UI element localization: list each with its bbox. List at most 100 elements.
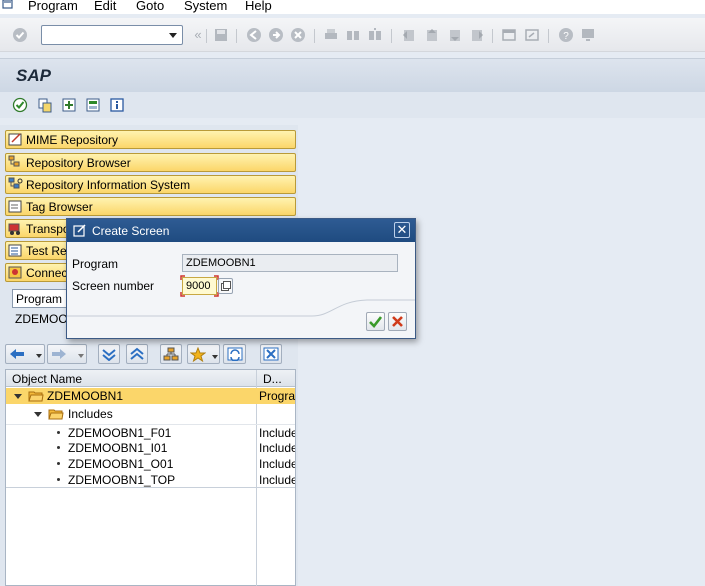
- navigation-pane: MIME Repository Repository Browser Repos…: [0, 125, 298, 586]
- refresh-icon: [227, 347, 243, 361]
- tree-row-include[interactable]: ZDEMOOBN1_O01 Include: [6, 456, 295, 472]
- save-icon[interactable]: [213, 27, 229, 43]
- tree-row-includes[interactable]: Includes: [6, 406, 295, 422]
- next-page-icon[interactable]: [447, 27, 463, 43]
- chevron-down-icon[interactable]: [78, 354, 84, 358]
- command-field[interactable]: [41, 25, 183, 45]
- repository-browser-icon: [8, 155, 20, 167]
- column-header-description[interactable]: D...: [263, 372, 282, 386]
- tree-description: Include: [259, 441, 295, 455]
- program-field: ZDEMOOBN1: [182, 254, 398, 272]
- tree-row-include[interactable]: ZDEMOOBN1_TOP Include: [6, 472, 295, 488]
- object-name-field[interactable]: ZDEMOOB: [12, 310, 76, 328]
- system-menu-icon[interactable]: [2, 0, 14, 10]
- exit-icon[interactable]: [268, 27, 284, 43]
- menu-system[interactable]: System: [184, 0, 227, 13]
- new-object-icon[interactable]: [61, 97, 77, 113]
- tag-browser-label: Tag Browser: [26, 200, 93, 214]
- expand-toggle-icon[interactable]: [14, 394, 22, 399]
- title-bar: SAP: [0, 58, 705, 92]
- favorites-button[interactable]: [187, 344, 220, 364]
- shortcut-icon[interactable]: [524, 27, 540, 43]
- last-page-icon[interactable]: [469, 27, 485, 43]
- close-browser-button[interactable]: [260, 344, 282, 364]
- cancel-icon[interactable]: [290, 27, 306, 43]
- hierarchy-icon: [163, 347, 179, 361]
- object-type-dropdown[interactable]: Program: [12, 289, 68, 308]
- create-session-icon[interactable]: [501, 27, 517, 43]
- previous-object-button[interactable]: [5, 344, 45, 364]
- close-icon: [263, 347, 279, 361]
- enter-icon[interactable]: [12, 27, 28, 43]
- tag-browser-button[interactable]: Tag Browser: [5, 197, 296, 216]
- chevron-down-icon[interactable]: [169, 33, 177, 38]
- object-type-value: Program: [16, 292, 63, 306]
- tree-label: Includes: [68, 407, 113, 421]
- dialog-title-bar[interactable]: Create Screen ✕: [67, 219, 415, 242]
- svg-text:?: ?: [563, 31, 569, 42]
- check-icon[interactable]: [12, 97, 28, 113]
- screen-number-input[interactable]: 9000: [182, 277, 217, 295]
- tree-row-include[interactable]: ZDEMOOBN1_I01 Include: [6, 440, 295, 456]
- help-icon[interactable]: ?: [558, 27, 574, 43]
- arrow-left-icon: [10, 349, 24, 359]
- tree-description: Include: [259, 473, 295, 487]
- repository-information-system-label: Repository Information System: [26, 178, 191, 192]
- find-next-icon[interactable]: [367, 27, 383, 43]
- info-icon[interactable]: [109, 97, 125, 113]
- repository-information-system-button[interactable]: Repository Information System: [5, 175, 296, 194]
- bullet-icon: [57, 446, 60, 449]
- test-repository-label: Test Re: [26, 244, 67, 258]
- edit-screen-icon: [73, 224, 86, 237]
- collapse-icon[interactable]: «: [190, 27, 206, 43]
- menu-help[interactable]: Help: [245, 0, 272, 13]
- menu-program[interactable]: Program: [28, 0, 78, 13]
- checkmark-icon: [369, 316, 383, 328]
- chevron-down-icon[interactable]: [36, 354, 42, 358]
- program-label: Program: [72, 257, 119, 271]
- dialog-title: Create Screen: [92, 224, 170, 238]
- transport-icon: [8, 223, 20, 235]
- star-icon: [190, 347, 206, 362]
- tree-label: ZDEMOOBN1_F01: [68, 426, 172, 440]
- refresh-button[interactable]: [223, 344, 246, 364]
- next-object-button[interactable]: [47, 344, 87, 364]
- create-screen-dialog: Create Screen ✕ Program ZDEMOOBN1 Screen…: [66, 218, 416, 339]
- expand-tree-button[interactable]: [126, 344, 148, 364]
- menu-goto[interactable]: Goto: [136, 0, 164, 13]
- mime-repository-button[interactable]: MIME Repository: [5, 130, 296, 149]
- tree-description: Include: [259, 457, 295, 471]
- cancel-x-icon: [392, 316, 403, 327]
- tree-header: Object Name D...: [6, 370, 295, 387]
- bullet-icon: [57, 478, 60, 481]
- repository-browser-button[interactable]: Repository Browser: [5, 153, 296, 172]
- copy-objects-icon[interactable]: [37, 97, 53, 113]
- column-header-object-name[interactable]: Object Name: [12, 372, 82, 386]
- tree-row-include[interactable]: ZDEMOOBN1_F01 Include: [6, 424, 295, 440]
- page-title: SAP: [16, 66, 51, 85]
- tree-description: Include: [259, 426, 295, 440]
- value-help-button[interactable]: [218, 278, 233, 294]
- cancel-button[interactable]: [388, 312, 407, 331]
- print-icon[interactable]: [323, 27, 339, 43]
- hierarchy-button[interactable]: [160, 344, 182, 364]
- expand-toggle-icon[interactable]: [34, 412, 42, 417]
- close-icon[interactable]: ✕: [394, 222, 410, 238]
- test-repository-icon: [8, 244, 22, 257]
- back-icon[interactable]: [246, 27, 262, 43]
- expand-all-icon: [130, 347, 144, 360]
- chevron-down-icon[interactable]: [212, 355, 218, 359]
- previous-page-icon[interactable]: [424, 27, 440, 43]
- collapse-tree-button[interactable]: [98, 344, 120, 364]
- menu-edit[interactable]: Edit: [94, 0, 116, 13]
- tree-label: ZDEMOOBN1: [47, 389, 124, 403]
- customize-layout-icon[interactable]: [580, 27, 596, 43]
- tree-row-program[interactable]: ZDEMOOBN1 Program: [6, 388, 295, 404]
- confirm-button[interactable]: [366, 312, 385, 331]
- first-page-icon[interactable]: [401, 27, 417, 43]
- screen-number-value: 9000: [186, 280, 211, 292]
- find-icon[interactable]: [345, 27, 361, 43]
- repository-info-icon: [8, 177, 23, 189]
- object-tree: Object Name D... ZDEMOOBN1 Program Inclu…: [5, 369, 296, 586]
- activate-icon[interactable]: [85, 97, 101, 113]
